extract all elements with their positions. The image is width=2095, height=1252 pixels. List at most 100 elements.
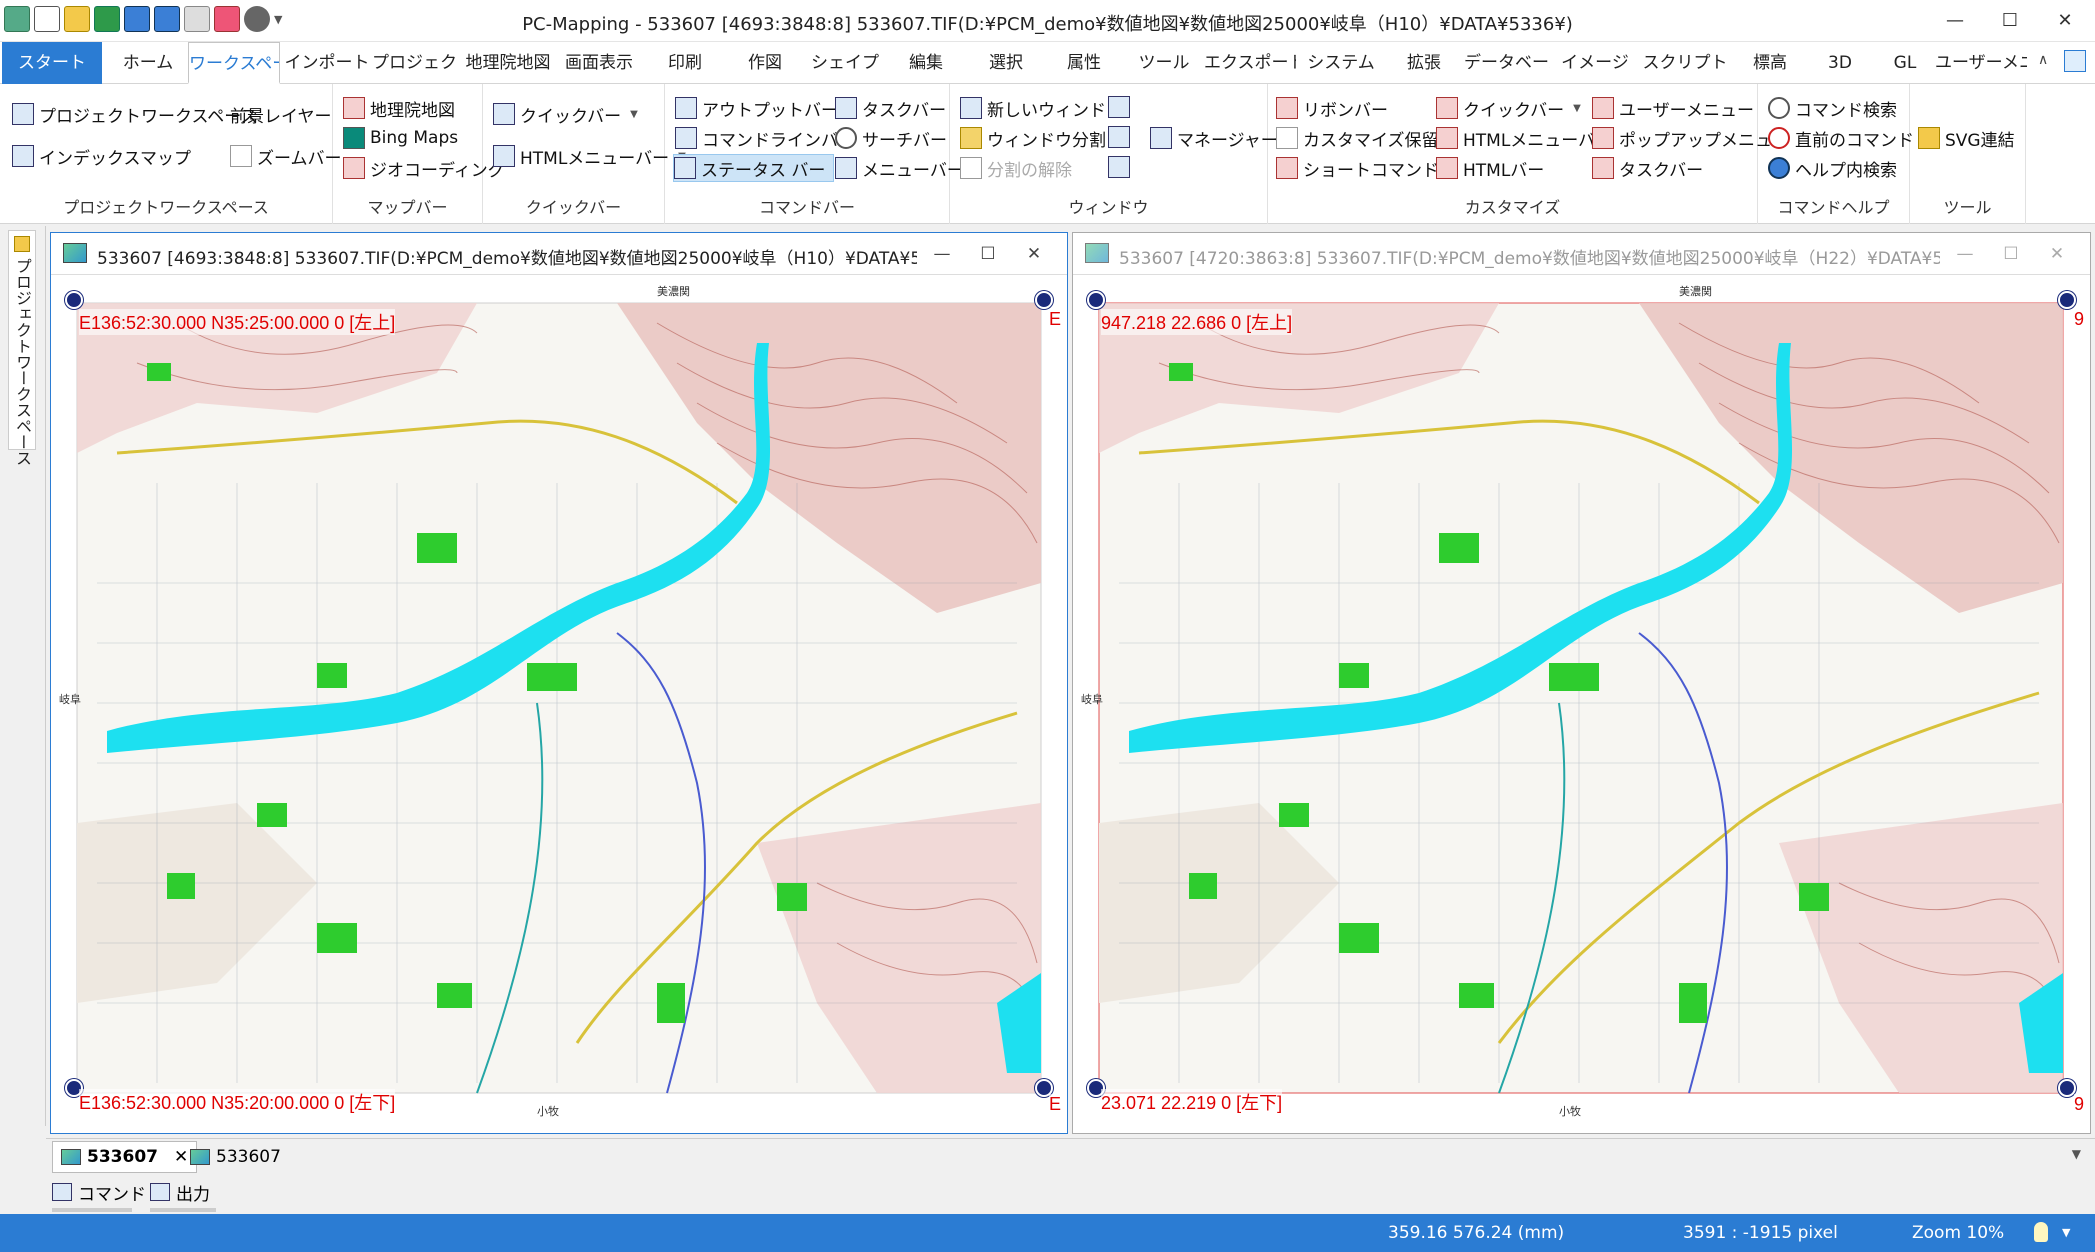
tab-3d[interactable]: 3D [1810, 42, 1870, 84]
map-window-h10[interactable]: 533607 [4693:3848:8] 533607.TIF(D:¥PCM_d… [50, 232, 1068, 1134]
quick-bar-button[interactable]: クイックバー ▼ [493, 100, 638, 128]
user-menu-button[interactable]: ユーザーメニュー [1592, 94, 1754, 122]
manager-icon [1150, 127, 1172, 149]
html-menu-bar-button[interactable]: HTMLメニューバー▼ [493, 142, 686, 170]
cascade-icon[interactable] [1108, 96, 1130, 118]
tab-print[interactable]: 印刷 [645, 42, 725, 84]
customize-html-menu-bar-button[interactable]: HTMLメニューバー [1436, 124, 1612, 152]
short-command-button[interactable]: ショートコマンド [1276, 154, 1439, 182]
group-window: 新しいウィンドウ ウィンドウ分割 分割の解除 マネージャー ウィンドウ [950, 84, 1278, 224]
doc-tab-533607-h22[interactable]: 533607 [182, 1141, 289, 1173]
tab-draw[interactable]: 作図 [725, 42, 805, 84]
panel-tab-command[interactable]: コマンド [52, 1178, 146, 1206]
previous-command-button[interactable]: 直前のコマンド [1768, 124, 1914, 152]
tile-vertical-icon[interactable] [1108, 156, 1130, 178]
tab-shape[interactable]: シェイプ [805, 42, 885, 84]
bing-maps-button[interactable]: Bing Maps [343, 124, 458, 152]
tab-system[interactable]: システム [1300, 42, 1382, 84]
command-line-bar-button[interactable]: コマンドラインバー [675, 124, 855, 152]
tab-database[interactable]: データベース [1464, 42, 1550, 84]
help-icon[interactable] [2064, 50, 2086, 72]
map-maximize-button[interactable]: ☐ [971, 239, 1005, 269]
task-bar-icon [1592, 157, 1614, 179]
zoom-bar-button[interactable]: ズームバー [230, 142, 342, 170]
help-search-button[interactable]: ヘルプ内検索 [1768, 154, 1897, 182]
tab-start[interactable]: スタート [2, 42, 102, 84]
tab-attribute[interactable]: 属性 [1044, 42, 1124, 84]
tab-import[interactable]: インポート [284, 42, 370, 84]
tab-extension[interactable]: 拡張 [1384, 42, 1464, 84]
tab-home[interactable]: ホーム [108, 42, 188, 84]
status-bar-button[interactable]: ステータス バー [673, 154, 835, 182]
new-window-button[interactable]: 新しいウィンドウ [960, 94, 1123, 122]
task-bar-button[interactable]: タスクバー [835, 94, 946, 122]
map-canvas[interactable]: 美濃関 小牧 岐阜 E136:52:30.000 N35:25:00.000 0… [57, 283, 1061, 1125]
panel-tab-output[interactable]: 出力 [150, 1178, 210, 1206]
tab-workspace[interactable]: ワークスペース [188, 42, 280, 84]
map-label-minokan: 美濃関 [1679, 284, 1712, 298]
map-close-button[interactable]: ✕ [2040, 239, 2074, 269]
output-bar-button[interactable]: アウトプットバー [675, 94, 838, 122]
map-canvas[interactable]: 美濃関 小牧 岐阜 947.218 22.686 0 [左上] 23.071 2… [1079, 283, 2084, 1125]
corner-marker-top-left[interactable] [65, 291, 83, 309]
geocoding-button[interactable]: ジオコーディング [343, 154, 505, 182]
command-search-button[interactable]: コマンド検索 [1768, 94, 1897, 122]
search-bar-button[interactable]: サーチバー [835, 124, 947, 152]
svg-link-button[interactable]: SVG連結 [1918, 124, 2015, 152]
collapse-ribbon-icon[interactable]: ∧ [2038, 52, 2048, 68]
group-label: ウィンドウ [1068, 198, 1149, 217]
map-maximize-button[interactable]: ☐ [1994, 239, 2028, 269]
map-window-h22[interactable]: 533607 [4720:3863:8] 533607.TIF(D:¥PCM_d… [1072, 232, 2091, 1134]
ribbon-bar-button[interactable]: リボンバー [1276, 94, 1388, 122]
panel-tabs: コマンド 出力 [46, 1174, 2095, 1214]
html-menu-icon [1436, 127, 1458, 149]
close-button[interactable]: ✕ [2045, 6, 2085, 36]
tab-export[interactable]: エクスポート [1204, 42, 1296, 84]
maximize-button[interactable]: ☐ [1990, 6, 2030, 36]
map-close-button[interactable]: ✕ [1017, 239, 1051, 269]
tab-image[interactable]: イメージ [1552, 42, 1638, 84]
tab-edit[interactable]: 編集 [886, 42, 966, 84]
title-bar: ▼ PC-Mapping - 533607 [4693:3848:8] 5336… [0, 0, 2095, 42]
tab-list-dropdown-icon[interactable]: ▼ [2072, 1147, 2081, 1161]
status-dropdown-icon[interactable]: ▼ [2062, 1226, 2070, 1239]
tab-select[interactable]: 選択 [966, 42, 1046, 84]
foreground-layer-button[interactable]: 前景レイヤー [230, 100, 332, 128]
unsplit-window-button[interactable]: 分割の解除 [960, 154, 1072, 182]
corner-marker-top-left[interactable] [1087, 291, 1105, 309]
tile-horizontal-icon[interactable] [1108, 126, 1130, 148]
customize-quick-bar-button[interactable]: クイックバー ▼ [1436, 94, 1581, 122]
project-workspace-dock-label: プロジェクトワークスペース [13, 258, 32, 466]
map-minimize-button[interactable]: — [925, 239, 959, 269]
search-icon [835, 127, 857, 149]
tab-tool[interactable]: ツール [1124, 42, 1204, 84]
tab-project[interactable]: プロジェクト [372, 42, 460, 84]
tab-gl[interactable]: GL [1875, 42, 1935, 84]
lightbulb-icon[interactable] [2034, 1222, 2048, 1242]
menu-bar-button[interactable]: メニューバー [835, 154, 964, 182]
manager-button[interactable]: マネージャー [1150, 124, 1278, 152]
map-label-minokan: 美濃関 [657, 284, 690, 298]
corner-marker-top-right[interactable] [1035, 291, 1053, 309]
split-window-button[interactable]: ウィンドウ分割 [960, 124, 1106, 152]
customize-hold-checkbox[interactable]: カスタマイズ保留 [1276, 124, 1439, 152]
index-map-button[interactable]: インデックスマップ [12, 142, 191, 170]
bing-icon [343, 127, 365, 149]
tab-elevation[interactable]: 標高 [1730, 42, 1810, 84]
gsi-map-button[interactable]: 地理院地図 [343, 94, 455, 122]
tab-user-menu[interactable]: ユーザーメニュー [1935, 42, 2027, 84]
html-bar-button[interactable]: HTMLバー [1436, 154, 1544, 182]
project-workspace-button[interactable]: プロジェクトワークスペース [12, 100, 257, 128]
tab-gsi-map[interactable]: 地理院地図 [462, 42, 554, 84]
map-label-gifu: 岐阜 [59, 693, 81, 706]
tab-script[interactable]: スクリプト [1640, 42, 1730, 84]
map-minimize-button[interactable]: — [1948, 239, 1982, 269]
customize-task-bar-button[interactable]: タスクバー [1592, 154, 1703, 182]
minimize-button[interactable]: — [1935, 6, 1975, 36]
html-menu-icon [493, 145, 515, 167]
doc-tab-533607-h10[interactable]: 533607 ✕ [52, 1141, 198, 1173]
tab-display[interactable]: 画面表示 [556, 42, 642, 84]
coord-edge-top-right: 9 [2073, 309, 2084, 330]
corner-marker-top-right[interactable] [2058, 291, 2076, 309]
coord-bottom-left: 23.071 22.219 0 [左下] [1101, 1089, 1283, 1115]
